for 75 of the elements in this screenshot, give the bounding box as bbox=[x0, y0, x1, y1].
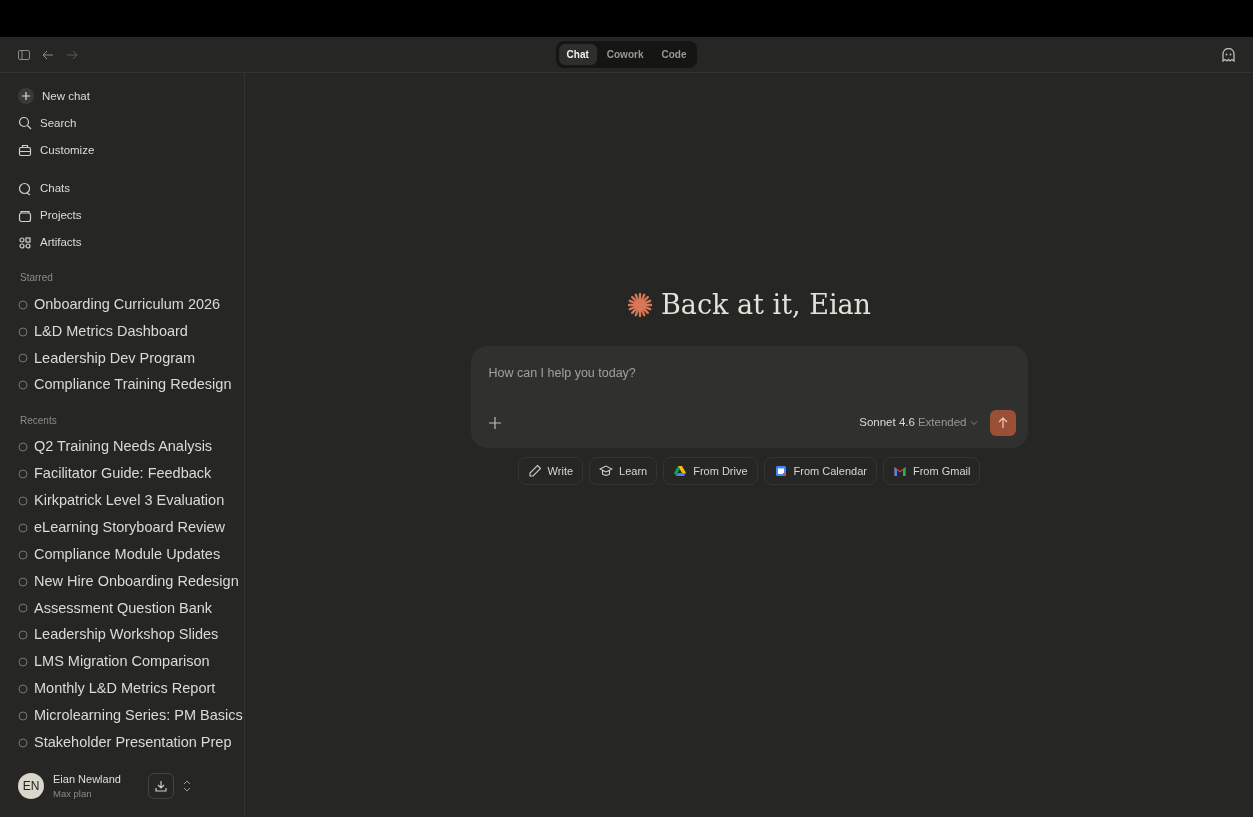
plus-icon[interactable] bbox=[488, 416, 501, 429]
drive-icon bbox=[673, 463, 688, 478]
sidebar-action[interactable]: New chat bbox=[18, 83, 244, 110]
chevron-updown-icon[interactable] bbox=[182, 780, 191, 793]
mode-tab[interactable]: Cowork bbox=[598, 44, 652, 65]
circle-icon bbox=[18, 380, 28, 391]
conversation-item[interactable]: Stakeholder Presentation Prep bbox=[18, 729, 244, 757]
send-button[interactable] bbox=[989, 409, 1016, 436]
graduation-cap-icon bbox=[599, 463, 614, 478]
greeting: Back at it, Eian bbox=[661, 288, 871, 322]
arrow-up-icon bbox=[997, 416, 1008, 429]
mode-tab[interactable]: Chat bbox=[558, 44, 597, 65]
conversation-item[interactable]: Compliance Module Updates bbox=[18, 541, 244, 569]
conversation-item[interactable]: Compliance Training Redesign bbox=[18, 371, 244, 399]
ghost-icon[interactable] bbox=[1222, 47, 1235, 62]
circle-icon bbox=[18, 684, 28, 694]
circle-icon bbox=[18, 549, 28, 560]
conversation-item[interactable]: Onboarding Curriculum 2026 bbox=[18, 291, 244, 319]
circle-icon bbox=[18, 710, 28, 721]
conversation-item[interactable]: Kirkpatrick Level 3 Evaluation bbox=[18, 487, 244, 515]
suggestion-chip[interactable]: Write bbox=[517, 456, 584, 485]
download-button[interactable] bbox=[147, 773, 174, 800]
circle-icon bbox=[18, 326, 28, 337]
sidebar-action[interactable]: Search bbox=[18, 109, 244, 137]
conversation-item[interactable]: L&D Metrics Dashboard bbox=[18, 318, 244, 345]
folder-icon bbox=[18, 208, 32, 223]
circle-icon bbox=[18, 353, 28, 364]
conversation-item[interactable]: eLearning Storyboard Review bbox=[18, 514, 244, 542]
sidebar-nav-item[interactable]: Projects bbox=[18, 202, 244, 230]
suggestion-chip[interactable]: From Drive bbox=[663, 456, 758, 485]
chevron-down-icon bbox=[969, 419, 978, 426]
section-heading: Starred bbox=[20, 271, 54, 286]
download-icon bbox=[154, 780, 167, 793]
conversation-item[interactable]: Leadership Workshop Slides bbox=[18, 621, 244, 649]
circle-icon bbox=[18, 522, 28, 533]
circle-icon bbox=[18, 603, 28, 614]
conversation-item[interactable]: Leadership Dev Program bbox=[18, 344, 244, 372]
suggestion-chip[interactable]: From Gmail bbox=[882, 456, 981, 485]
circle-icon bbox=[18, 299, 28, 310]
circle-icon bbox=[18, 469, 28, 479]
sidebar-action[interactable]: Customize bbox=[18, 136, 244, 164]
avatar[interactable]: EN bbox=[18, 773, 44, 800]
pencil-icon bbox=[527, 463, 542, 478]
section-heading: Recents bbox=[20, 413, 58, 428]
shapes-icon bbox=[18, 235, 32, 250]
user-name: Eian Newland bbox=[53, 771, 121, 787]
circle-icon bbox=[18, 495, 28, 506]
plan-label: Max plan bbox=[53, 787, 93, 802]
sidebar-nav-item[interactable]: Artifacts bbox=[18, 229, 244, 257]
message-input[interactable]: How can I help you today? bbox=[488, 363, 1016, 383]
sidebar-nav-item[interactable]: Chats bbox=[18, 175, 244, 203]
conversation-item[interactable]: Monthly L&D Metrics Report bbox=[18, 675, 244, 703]
calendar-icon bbox=[773, 463, 788, 478]
search-icon bbox=[18, 116, 32, 131]
back-icon[interactable] bbox=[42, 49, 54, 60]
conversation-item[interactable]: Q2 Training Needs Analysis bbox=[18, 433, 244, 461]
conversation-item[interactable]: LMS Migration Comparison bbox=[18, 648, 244, 676]
conversation-item[interactable]: New Hire Onboarding Redesign bbox=[18, 568, 244, 595]
sidebar-toggle-icon[interactable] bbox=[18, 49, 30, 60]
starburst-icon bbox=[627, 292, 653, 319]
circle-icon bbox=[18, 576, 28, 587]
conversation-item[interactable]: Microlearning Series: PM Basics bbox=[18, 702, 244, 730]
briefcase-icon bbox=[18, 143, 32, 158]
circle-icon bbox=[18, 657, 28, 668]
conversation-item[interactable]: Facilitator Guide: Feedback bbox=[18, 460, 244, 488]
model-selector[interactable]: Sonnet 4.6 Extended bbox=[859, 413, 978, 432]
suggestion-chip[interactable]: Learn bbox=[589, 456, 658, 485]
plus-icon bbox=[18, 88, 34, 105]
circle-icon bbox=[18, 737, 28, 748]
chat-bubble-icon bbox=[18, 182, 32, 196]
circle-icon bbox=[18, 630, 28, 641]
circle-icon bbox=[18, 442, 28, 453]
conversation-item[interactable]: Assessment Question Bank bbox=[18, 594, 244, 622]
mode-tab[interactable]: Code bbox=[653, 44, 695, 65]
suggestion-chip[interactable]: From Calendar bbox=[763, 456, 877, 485]
